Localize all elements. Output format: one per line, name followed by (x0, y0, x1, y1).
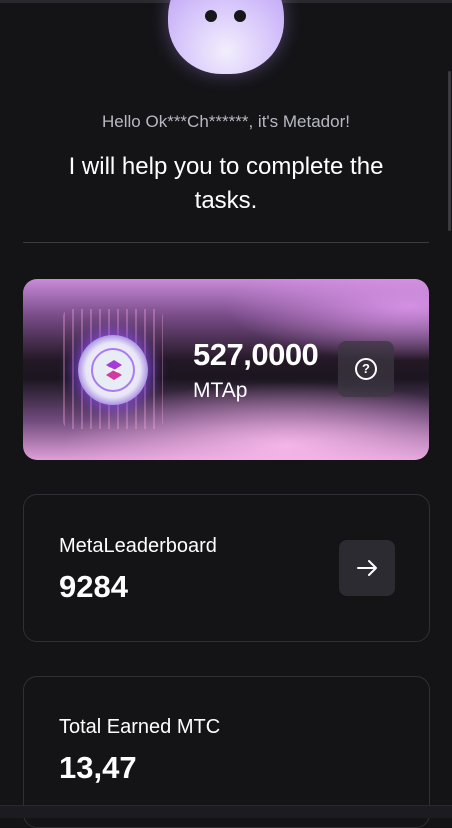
metador-coin-icon (63, 309, 163, 429)
leaderboard-open-button[interactable] (339, 540, 395, 596)
divider (23, 242, 429, 243)
leaderboard-rank: 9284 (59, 569, 128, 604)
headline-text: I will help you to complete the tasks. (68, 153, 384, 214)
help-button[interactable]: ? (338, 341, 394, 397)
mtap-balance-card: 527,0000 MTAp ? (23, 279, 429, 460)
metador-logo-icon (106, 360, 122, 380)
bottom-bar (0, 805, 452, 818)
leaderboard-label: MetaLeaderboard (59, 535, 217, 557)
mascot-head (168, 0, 284, 74)
arrow-right-icon (357, 560, 377, 576)
scrollbar-thumb[interactable] (448, 71, 451, 231)
total-earned-label: Total Earned MTC (59, 716, 221, 738)
question-circle-icon: ? (355, 358, 377, 380)
mascot-right-eye (234, 10, 246, 22)
leaderboard-card[interactable]: MetaLeaderboard 9284 (23, 494, 430, 642)
mascot-left-eye (205, 10, 217, 22)
mascot-avatar (168, 0, 284, 74)
greeting-text: Hello Ok***Ch******, it's Metador! (102, 112, 350, 131)
total-earned-value: 13,47 (59, 750, 137, 785)
coin-center (91, 348, 135, 392)
balance-unit: MTAp (193, 379, 248, 402)
coin-disc (78, 335, 148, 405)
balance-value: 527,0000 (193, 337, 319, 372)
